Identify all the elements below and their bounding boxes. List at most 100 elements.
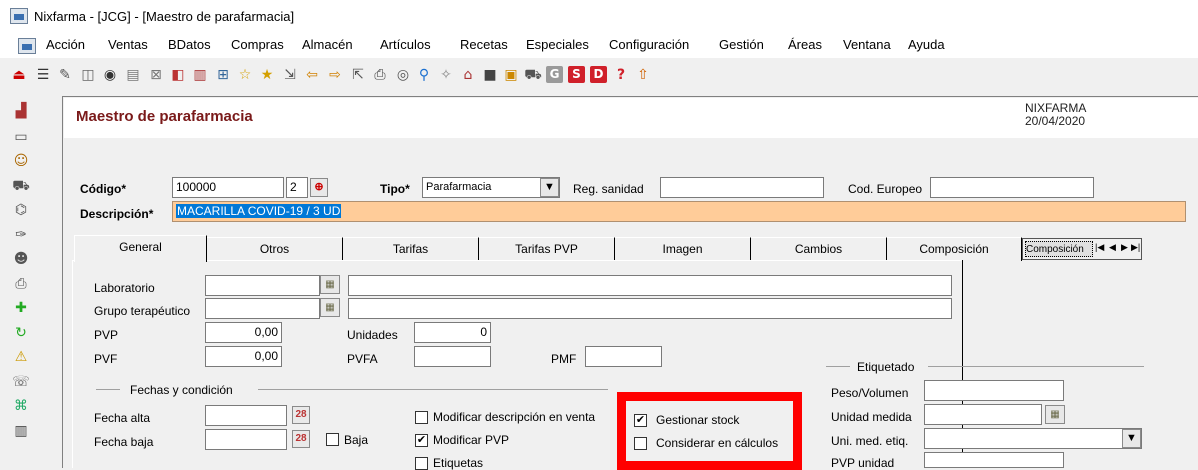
codigo-field[interactable]: 100000 xyxy=(172,177,284,198)
laboratorio-name-field[interactable] xyxy=(348,275,952,296)
form-icon[interactable]: ▤ xyxy=(124,66,142,84)
g-icon[interactable]: G xyxy=(546,66,563,83)
pvp-unidad-field[interactable] xyxy=(924,452,1064,468)
grupo-name-field[interactable] xyxy=(348,298,952,319)
card-icon[interactable]: ▭ xyxy=(12,128,30,146)
menu-areas[interactable]: Áreas xyxy=(788,37,822,52)
search-button[interactable]: ⊕ xyxy=(310,178,328,197)
grid-icon[interactable]: ⊠ xyxy=(147,66,165,84)
peso-field[interactable] xyxy=(924,380,1064,401)
grupo-code-field[interactable] xyxy=(205,298,320,319)
tab-tarifas-pvp[interactable]: Tarifas PVP xyxy=(479,237,615,261)
printer-side-icon[interactable]: ⎙ xyxy=(12,275,30,293)
uni-med-etiq-dropdown-button[interactable]: ▼ xyxy=(1122,429,1141,448)
cod-europeo-field[interactable] xyxy=(930,177,1094,198)
camera-icon[interactable]: ◎ xyxy=(394,66,412,84)
pill-icon[interactable]: ◧ xyxy=(169,66,187,84)
book-icon[interactable]: ◫ xyxy=(79,66,97,84)
tab-last-icon[interactable]: ▶| xyxy=(1131,242,1140,253)
fecha-alta-field[interactable] xyxy=(205,405,287,426)
support-icon[interactable]: ☏ xyxy=(12,373,30,391)
unidades-field[interactable]: 0 xyxy=(414,322,491,343)
export-icon[interactable]: ⇲ xyxy=(281,66,299,84)
person-icon[interactable]: ☺ xyxy=(12,152,30,170)
laboratorio-code-field[interactable] xyxy=(205,275,320,296)
help-icon[interactable]: ? xyxy=(612,66,630,84)
menu-ventas[interactable]: Ventas xyxy=(108,37,148,52)
plus-icon[interactable]: ✚ xyxy=(12,299,30,317)
pvfa-field[interactable] xyxy=(414,346,491,367)
square-icon[interactable]: ■ xyxy=(481,66,499,84)
edit-icon[interactable]: ✎ xyxy=(56,66,74,84)
boxes-icon[interactable]: ⌬ xyxy=(12,201,30,219)
menu-compras[interactable]: Compras xyxy=(231,37,284,52)
upload-icon[interactable]: ⇧ xyxy=(634,66,652,84)
tab-first-icon[interactable]: |◀ xyxy=(1095,242,1104,253)
fecha-baja-field[interactable] xyxy=(205,429,287,450)
document-icon[interactable]: ▣ xyxy=(502,66,520,84)
binoculars-icon[interactable]: ◉ xyxy=(101,66,119,84)
cart-side-icon[interactable]: ⛟ xyxy=(12,177,30,195)
descripcion-field[interactable]: MACARILLA COVID-19 / 3 UD xyxy=(172,201,1186,222)
warning-icon[interactable]: ⚠ xyxy=(12,348,30,366)
fecha-alta-calendar-button[interactable]: 28 xyxy=(292,406,310,424)
uni-med-etiq-select[interactable] xyxy=(924,428,1142,449)
menu-gestion[interactable]: Gestión xyxy=(719,37,764,52)
refresh-icon[interactable]: ↻ xyxy=(12,324,30,342)
wand-icon[interactable]: ✧ xyxy=(437,66,455,84)
cash-register-icon[interactable]: ▟ xyxy=(12,102,30,120)
etiquetas-checkbox[interactable] xyxy=(415,457,428,470)
menu-accion[interactable]: Acción xyxy=(46,37,85,52)
unidad-medida-lookup-button[interactable]: ▦ xyxy=(1045,405,1065,424)
laboratorio-lookup-button[interactable]: ▦ xyxy=(320,275,340,294)
tab-otros[interactable]: Otros xyxy=(207,237,343,261)
menu-bdatos[interactable]: BDatos xyxy=(168,37,211,52)
menu-configuracion[interactable]: Configuración xyxy=(609,37,689,52)
menu-ventana[interactable]: Ventana xyxy=(843,37,891,52)
menu-recetas[interactable]: Recetas xyxy=(460,37,508,52)
mod-desc-checkbox[interactable] xyxy=(415,411,428,424)
pvp-field[interactable]: 0,00 xyxy=(205,322,282,343)
tab-imagen[interactable]: Imagen xyxy=(615,237,751,261)
tab-tarifas[interactable]: Tarifas xyxy=(343,237,479,261)
pin-icon[interactable]: ⚲ xyxy=(415,66,433,84)
tab-general[interactable]: General xyxy=(74,235,207,262)
pmf-field[interactable] xyxy=(585,346,662,367)
arrow-right-icon[interactable]: ⇨ xyxy=(326,66,344,84)
baja-checkbox[interactable] xyxy=(326,433,339,446)
pen-icon[interactable]: ✑ xyxy=(12,226,30,244)
document-app-icon[interactable] xyxy=(18,38,36,54)
list-icon[interactable]: ☰ xyxy=(34,66,52,84)
tab-prev-icon[interactable]: ◀ xyxy=(1109,242,1116,253)
d-icon[interactable]: D xyxy=(590,66,607,83)
import-icon[interactable]: ⇱ xyxy=(349,66,367,84)
s-icon[interactable]: S xyxy=(568,66,585,83)
star-icon[interactable]: ☆ xyxy=(236,66,254,84)
tree-icon[interactable]: ⊞ xyxy=(214,66,232,84)
grupo-lookup-button[interactable]: ▦ xyxy=(320,298,340,317)
mod-pvp-checkbox[interactable]: ✔ xyxy=(415,434,428,447)
network-icon[interactable]: ⌘ xyxy=(12,397,30,415)
arrow-left-icon[interactable]: ⇦ xyxy=(303,66,321,84)
menu-almacen[interactable]: Almacén xyxy=(302,37,353,52)
printer-icon[interactable]: ⎙ xyxy=(371,66,389,84)
unidad-medida-field[interactable] xyxy=(924,404,1042,425)
menu-especiales[interactable]: Especiales xyxy=(526,37,589,52)
users-icon[interactable]: ☻ xyxy=(12,250,30,268)
tab-cambios[interactable]: Cambios xyxy=(751,237,887,261)
pvf-field[interactable]: 0,00 xyxy=(205,346,282,367)
tab-composicion-2[interactable]: Composición xyxy=(1025,241,1093,257)
house-icon[interactable]: ⌂ xyxy=(459,66,477,84)
fecha-baja-calendar-button[interactable]: 28 xyxy=(292,430,310,448)
exit-icon[interactable]: ⏏ xyxy=(10,66,28,84)
codigo-suffix-field[interactable]: 2 xyxy=(286,177,308,198)
tab-composicion[interactable]: Composición xyxy=(887,237,1022,261)
reg-sanidad-field[interactable] xyxy=(660,177,824,198)
tab-next-icon[interactable]: ▶ xyxy=(1121,242,1128,253)
menu-ayuda[interactable]: Ayuda xyxy=(908,37,945,52)
cart-icon[interactable]: ⛟ xyxy=(524,66,542,84)
menu-articulos[interactable]: Artículos xyxy=(380,37,431,52)
barcode-icon[interactable]: ▥ xyxy=(12,422,30,440)
tipo-dropdown-button[interactable]: ▼ xyxy=(540,178,559,197)
chart-icon[interactable]: ▥ xyxy=(191,66,209,84)
